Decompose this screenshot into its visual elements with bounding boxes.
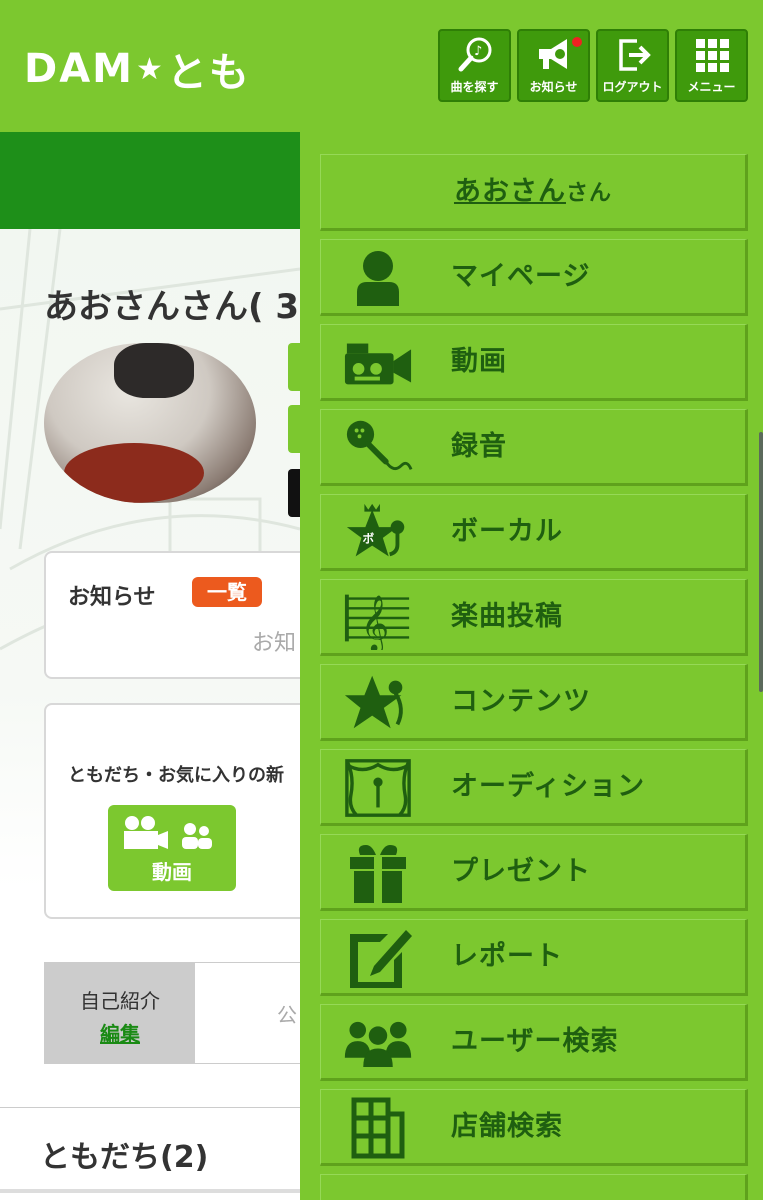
menu-item-vocal[interactable]: ボ ボーカル bbox=[320, 494, 748, 571]
menu-user-suffix: さん bbox=[565, 181, 612, 206]
notifications-button[interactable]: お知らせ bbox=[517, 29, 590, 102]
menu-item-partial[interactable] bbox=[320, 1174, 748, 1200]
stage-icon bbox=[343, 756, 413, 820]
avatar-photo-guitar bbox=[64, 443, 204, 503]
notifications-label: お知らせ bbox=[529, 80, 578, 94]
menu-item-contents[interactable]: コンテンツ bbox=[320, 664, 748, 741]
avatar-photo-hair bbox=[114, 343, 194, 398]
menu-item-label: ボーカル bbox=[451, 516, 563, 547]
svg-text:𝄞: 𝄞 bbox=[361, 595, 390, 650]
menu-item-user-search[interactable]: ユーザー検索 bbox=[320, 1004, 748, 1081]
logo-suffix: とも bbox=[166, 50, 251, 96]
menu-item-label: レポート bbox=[451, 941, 563, 972]
notification-dot bbox=[572, 37, 582, 47]
grid-menu-icon bbox=[677, 31, 746, 79]
dam-tomo-logo[interactable]: DAM ★ とも bbox=[24, 40, 251, 98]
side-menu-drawer: あおさんさん マイページ 動画 録音 ボ ボーカル 𝄞 楽曲投稿 コンテンツ オ… bbox=[300, 132, 763, 1200]
activity-card: ともだち・お気に入りの新 動画 bbox=[44, 703, 300, 919]
app-header: DAM ★ とも ♪ 曲を探す お知らせ ログアウト メニュー bbox=[0, 0, 763, 132]
menu-user-item[interactable]: あおさんさん bbox=[320, 154, 748, 231]
menu-item-video[interactable]: 動画 bbox=[320, 324, 748, 401]
scroll-edge[interactable] bbox=[759, 432, 763, 692]
menu-item-report[interactable]: レポート bbox=[320, 919, 748, 996]
menu-item-label: 楽曲投稿 bbox=[451, 601, 563, 632]
menu-item-label: プレゼント bbox=[451, 856, 591, 887]
menu-item-label: マイページ bbox=[451, 261, 591, 292]
logout-button[interactable]: ログアウト bbox=[596, 29, 669, 102]
menu-button[interactable]: メニュー bbox=[675, 29, 748, 102]
menu-user-name[interactable]: あおさん bbox=[454, 176, 566, 207]
news-card: お知らせ 一覧 お知 bbox=[44, 551, 300, 679]
news-list-badge[interactable]: 一覧 bbox=[192, 577, 262, 607]
menu-item-store-search[interactable]: 店舗検索 bbox=[320, 1089, 748, 1166]
menu-item-audition[interactable]: オーディション bbox=[320, 749, 748, 826]
self-intro-label: 自己紹介 編集 bbox=[45, 963, 195, 1063]
menu-item-label: コンテンツ bbox=[451, 686, 591, 717]
friends-video-button[interactable]: 動画 bbox=[108, 805, 236, 891]
building-icon bbox=[343, 1096, 413, 1160]
logo-main: DAM bbox=[24, 46, 134, 92]
vocal-star-icon: ボ bbox=[343, 501, 413, 565]
menu-item-label: 店舗検索 bbox=[451, 1111, 563, 1142]
profile-name: あおさんさん( 3 bbox=[44, 287, 300, 327]
page-banner bbox=[0, 132, 300, 229]
logout-icon bbox=[598, 31, 667, 79]
menu-item-mypage[interactable]: マイページ bbox=[320, 239, 748, 316]
svg-text:♪: ♪ bbox=[474, 44, 482, 59]
profile-action-button[interactable] bbox=[288, 469, 300, 517]
music-score-icon: 𝄞 bbox=[343, 586, 413, 650]
menu-user-label: あおさんさん bbox=[321, 155, 745, 229]
friends-heading: ともだち(2) bbox=[40, 1140, 209, 1175]
profile-action-button[interactable] bbox=[288, 343, 300, 391]
video-camera-icon bbox=[343, 331, 413, 395]
self-intro-value: 公 bbox=[277, 1003, 297, 1027]
self-intro-row: 自己紹介 編集 公 bbox=[44, 962, 300, 1064]
menu-item-present[interactable]: プレゼント bbox=[320, 834, 748, 911]
menu-item-label: 動画 bbox=[451, 346, 507, 377]
logo-star: ★ bbox=[135, 51, 165, 87]
friends-section[interactable]: ともだち(2) bbox=[0, 1107, 300, 1193]
person-icon bbox=[343, 246, 413, 310]
menu-item-recording[interactable]: 録音 bbox=[320, 409, 748, 486]
edit-link[interactable]: 編集 bbox=[45, 1018, 195, 1047]
menu-label: メニュー bbox=[687, 80, 736, 94]
users-icon bbox=[343, 1011, 413, 1075]
menu-item-label: 録音 bbox=[451, 431, 507, 462]
video-label: 動画 bbox=[152, 860, 192, 884]
menu-item-label: オーディション bbox=[451, 771, 646, 802]
svg-text:ボ: ボ bbox=[362, 532, 374, 546]
search-songs-button[interactable]: ♪ 曲を探す bbox=[438, 29, 511, 102]
news-text: お知 bbox=[252, 631, 297, 656]
gift-icon bbox=[343, 841, 413, 905]
mail-icon bbox=[343, 1181, 413, 1200]
profile-action-button[interactable] bbox=[288, 405, 300, 453]
logout-label: ログアウト bbox=[602, 80, 663, 94]
search-music-icon: ♪ bbox=[440, 31, 509, 79]
profile-page: あおさんさん( 3 お知らせ 一覧 お知 ともだち・お気に入りの新 動画 自己紹… bbox=[0, 229, 300, 1200]
menu-item-song-post[interactable]: 𝄞 楽曲投稿 bbox=[320, 579, 748, 656]
report-pen-icon bbox=[343, 926, 413, 990]
news-title: お知らせ bbox=[68, 585, 156, 610]
activity-title: ともだち・お気に入りの新 bbox=[68, 765, 284, 786]
self-intro-title: 自己紹介 bbox=[80, 989, 160, 1013]
menu-item-label: ユーザー検索 bbox=[451, 1026, 619, 1057]
star-mic-icon bbox=[343, 671, 413, 735]
search-songs-label: 曲を探す bbox=[450, 80, 499, 94]
microphone-icon bbox=[343, 416, 413, 480]
avatar[interactable] bbox=[44, 343, 256, 503]
